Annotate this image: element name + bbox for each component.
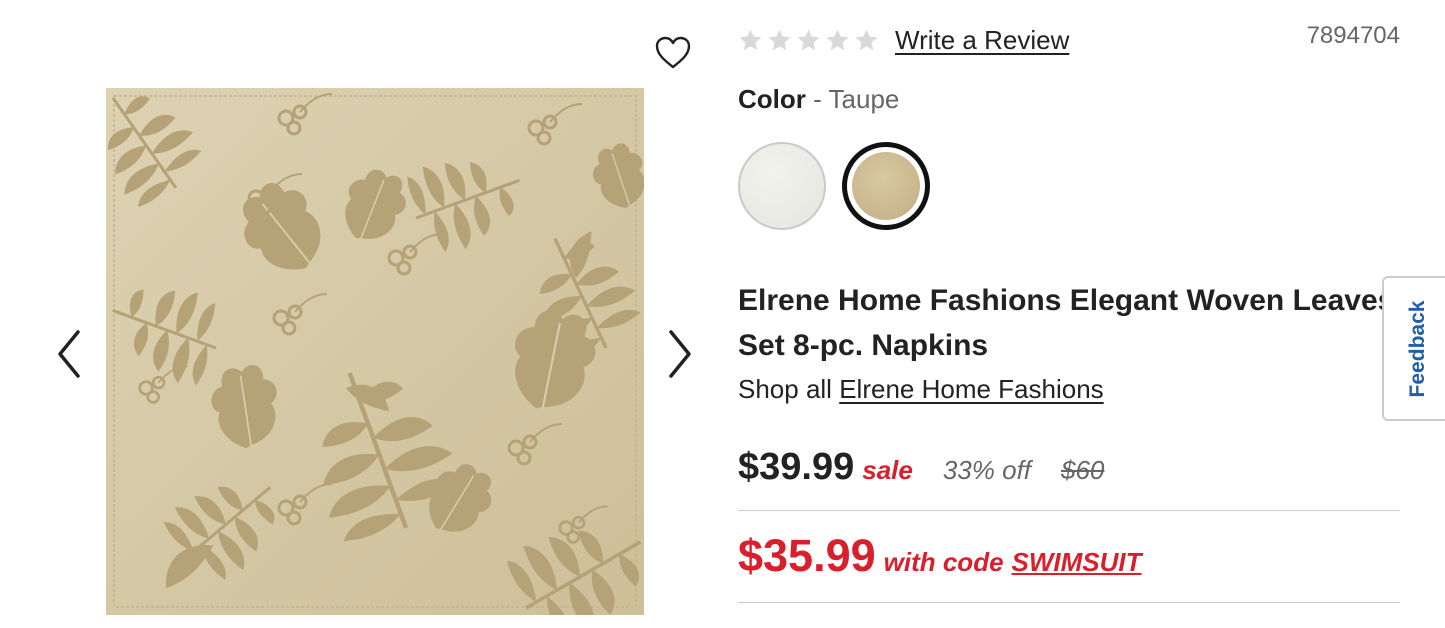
product-title-line2: Set 8-pc. Napkins [738,329,989,362]
chevron-left-icon [58,330,80,378]
original-price: $60 [1061,455,1105,485]
sale-price: $39.99 [738,446,855,488]
product-details: Write a Review 7894704 Color - Taupe Elr… [738,0,1400,628]
star-icon[interactable] [796,28,821,53]
divider [738,602,1400,603]
swatch-ivory[interactable] [738,142,826,230]
color-separator: - [805,84,829,114]
star-icon[interactable] [738,28,763,53]
brand-link[interactable]: Elrene Home Fashions [839,374,1103,404]
price-row: $39.99 sale 33% off $60 [738,446,1104,489]
rating-row: Write a Review [738,22,1069,58]
sale-label: sale [862,455,913,485]
napkin-leaf-pattern-image[interactable] [73,70,670,628]
divider [738,510,1400,511]
shop-all-prefix: Shop all [738,374,832,404]
swatch-taupe-fill [852,152,920,220]
star-icon[interactable] [767,28,792,53]
heart-icon [655,36,691,69]
promo-price: $35.99 [738,530,876,581]
chevron-right-icon [669,330,691,378]
product-title-line1: Elrene Home Fashions Elegant Woven Leave… [738,284,1395,317]
color-swatches [738,142,930,230]
star-icon[interactable] [854,28,879,53]
wishlist-button[interactable] [654,34,692,72]
next-image-button[interactable] [659,326,699,382]
swatch-taupe-selected[interactable] [842,142,930,230]
sku-number: 7894704 [1306,22,1400,49]
percent-off: 33% off [942,455,1032,485]
feedback-tab[interactable]: Feedback [1382,276,1445,421]
write-review-link[interactable]: Write a Review [895,25,1069,56]
color-label: Color [738,84,806,114]
star-rating[interactable] [738,28,879,53]
color-row: Color - Taupe [738,84,899,115]
promo-code-text: with code [883,547,1004,577]
product-gallery [0,0,710,628]
product-title: Elrene Home Fashions Elegant Woven Leave… [738,278,1400,368]
previous-image-button[interactable] [50,326,90,382]
promo-code-link[interactable]: SWIMSUIT [1012,547,1142,578]
shop-all-row: Shop all Elrene Home Fashions [738,374,1104,405]
feedback-label: Feedback [1406,300,1429,397]
promo-price-row: $35.99 with code SWIMSUIT [738,530,1142,582]
star-icon[interactable] [825,28,850,53]
color-value: Taupe [828,84,900,114]
